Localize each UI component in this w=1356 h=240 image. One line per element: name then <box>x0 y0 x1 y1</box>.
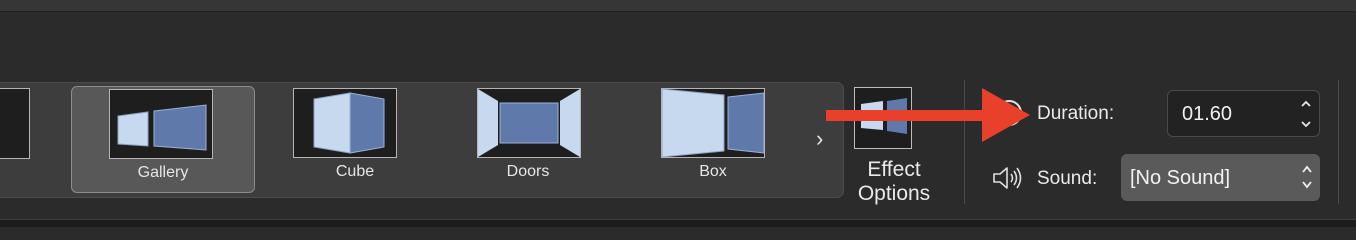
transition-thumbnail-partial[interactable] <box>0 88 30 159</box>
speaker-icon <box>993 167 1022 189</box>
duration-stepper[interactable] <box>1299 97 1313 131</box>
cube-transition-icon <box>293 88 397 158</box>
duration-label: Duration: <box>1037 103 1115 124</box>
gallery-transition-icon <box>109 89 213 159</box>
sound-label: Sound: <box>1037 168 1098 189</box>
effect-options-label: Effect Options <box>850 158 938 206</box>
effect-options-icon <box>854 87 912 149</box>
transition-doors-item[interactable]: Doors <box>436 86 620 193</box>
up-down-chevron-icon <box>1302 165 1312 189</box>
clock-icon <box>996 100 1022 126</box>
effect-options-label-line2: Options <box>857 182 931 205</box>
sound-select[interactable]: [No Sound] <box>1121 154 1320 201</box>
transition-label: Box <box>699 163 727 180</box>
box-transition-icon <box>661 88 765 158</box>
transition-label: Doors <box>506 163 550 180</box>
transition-label: Gallery <box>137 164 189 181</box>
duration-input[interactable]: 01.60 <box>1167 90 1320 137</box>
doors-transition-icon <box>477 88 581 158</box>
ribbon-top-bar <box>0 0 1356 12</box>
chevron-down-icon[interactable] <box>1299 117 1313 131</box>
transition-cube-item[interactable]: Cube <box>263 86 447 193</box>
effect-options-button[interactable]: ▾ Effect Options <box>850 84 940 206</box>
transition-box-item[interactable]: Box <box>621 86 805 193</box>
ribbon-bottom-bar <box>0 219 1356 227</box>
ribbon-divider <box>964 80 965 204</box>
transition-gallery-item[interactable]: Gallery <box>71 86 255 193</box>
ribbon-divider <box>1338 80 1339 204</box>
sound-value: [No Sound] <box>1130 167 1231 189</box>
transition-label: Cube <box>335 163 375 180</box>
chevron-up-icon[interactable] <box>1299 97 1313 111</box>
effect-options-label-line1: Effect <box>867 158 921 181</box>
chevron-right-icon[interactable]: › <box>816 126 823 152</box>
duration-value[interactable]: 01.60 <box>1182 103 1232 126</box>
chevron-down-icon: ▾ <box>924 106 931 120</box>
